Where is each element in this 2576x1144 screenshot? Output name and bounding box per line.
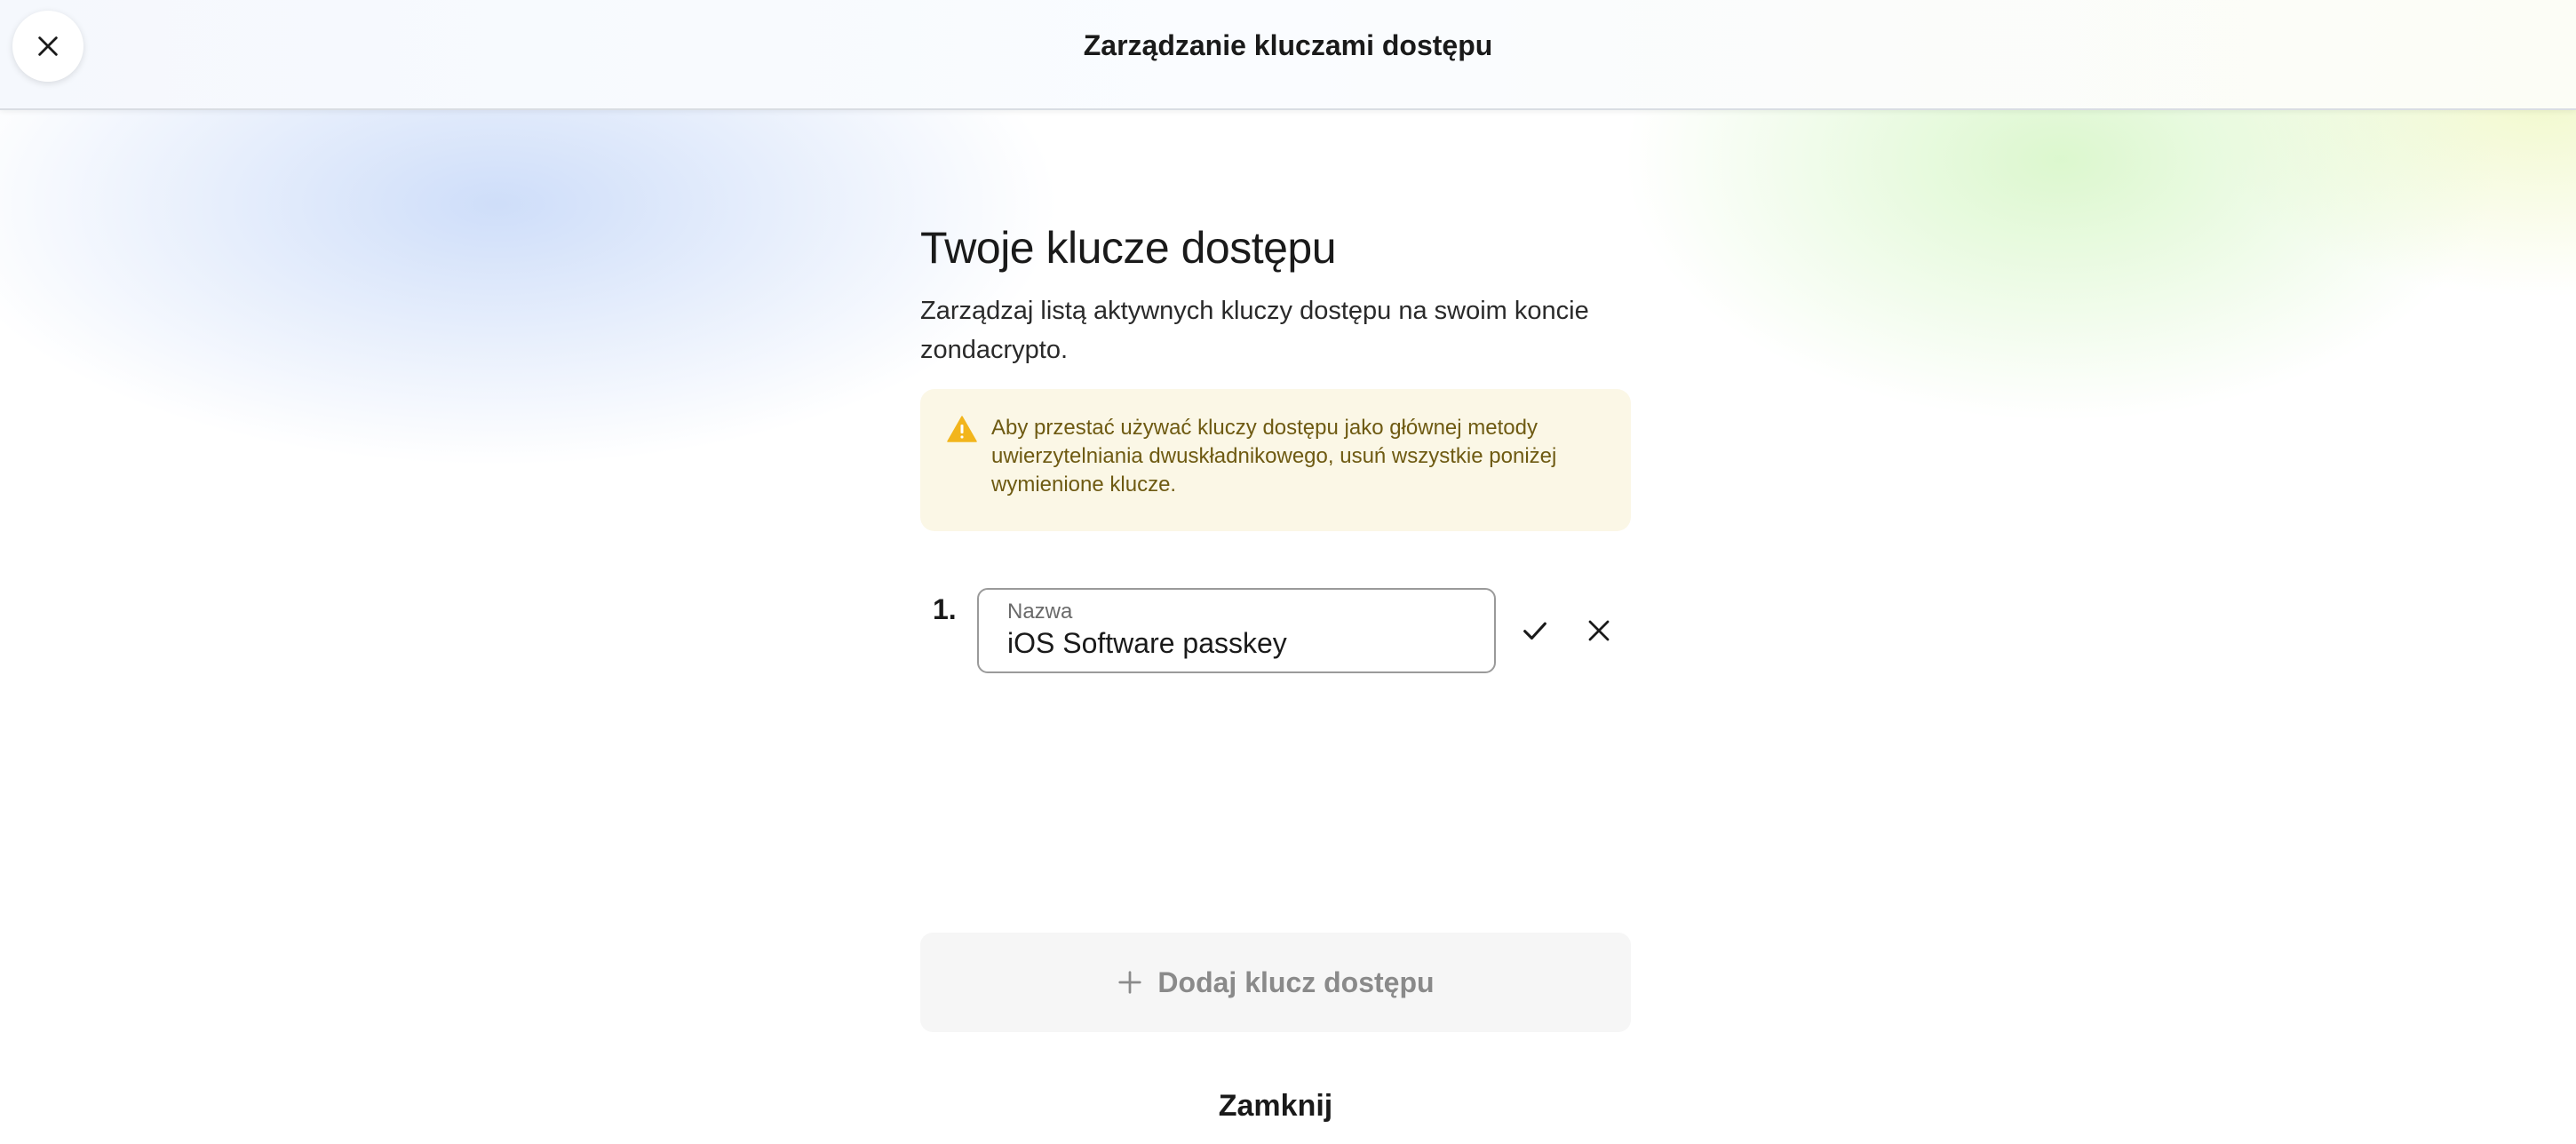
page-header-title: Zarządzanie kluczami dostępu	[1083, 28, 1493, 61]
close-icon	[1588, 620, 1610, 641]
close-button[interactable]	[12, 11, 83, 82]
alert-text: Aby przestać używać kluczy dostępu jako …	[991, 416, 1557, 497]
warning-alert: Aby przestać używać kluczy dostępu jako …	[920, 389, 1631, 531]
passkey-name-label: Nazwa	[1007, 600, 1073, 624]
add-passkey-label: Dodaj klucz dostępu	[1157, 965, 1435, 998]
page-title: Twoje klucze dostępu	[920, 223, 1337, 273]
passkey-name-input[interactable]	[1007, 625, 1466, 661]
warning-icon	[947, 416, 977, 531]
plus-icon	[1117, 969, 1143, 996]
page-description: Zarządzaj listą aktywnych kluczy dostępu…	[920, 297, 1589, 364]
close-icon	[38, 36, 58, 56]
top-bar: Zarządzanie kluczami dostępu	[0, 0, 2576, 110]
close-link-button[interactable]: Zamknij	[920, 1089, 1631, 1124]
add-passkey-button[interactable]: Dodaj klucz dostępu	[920, 933, 1631, 1032]
passkey-name-field[interactable]: Nazwa	[977, 588, 1496, 673]
cancel-rename-button[interactable]	[1574, 606, 1624, 655]
confirm-rename-button[interactable]	[1510, 606, 1560, 655]
passkey-number: 1.	[933, 593, 957, 625]
passkey-row: 1. Nazwa	[920, 588, 1631, 673]
check-icon	[1523, 622, 1546, 640]
passkeys-panel: Twoje klucze dostępu Zarządzaj listą akt…	[920, 222, 1631, 673]
